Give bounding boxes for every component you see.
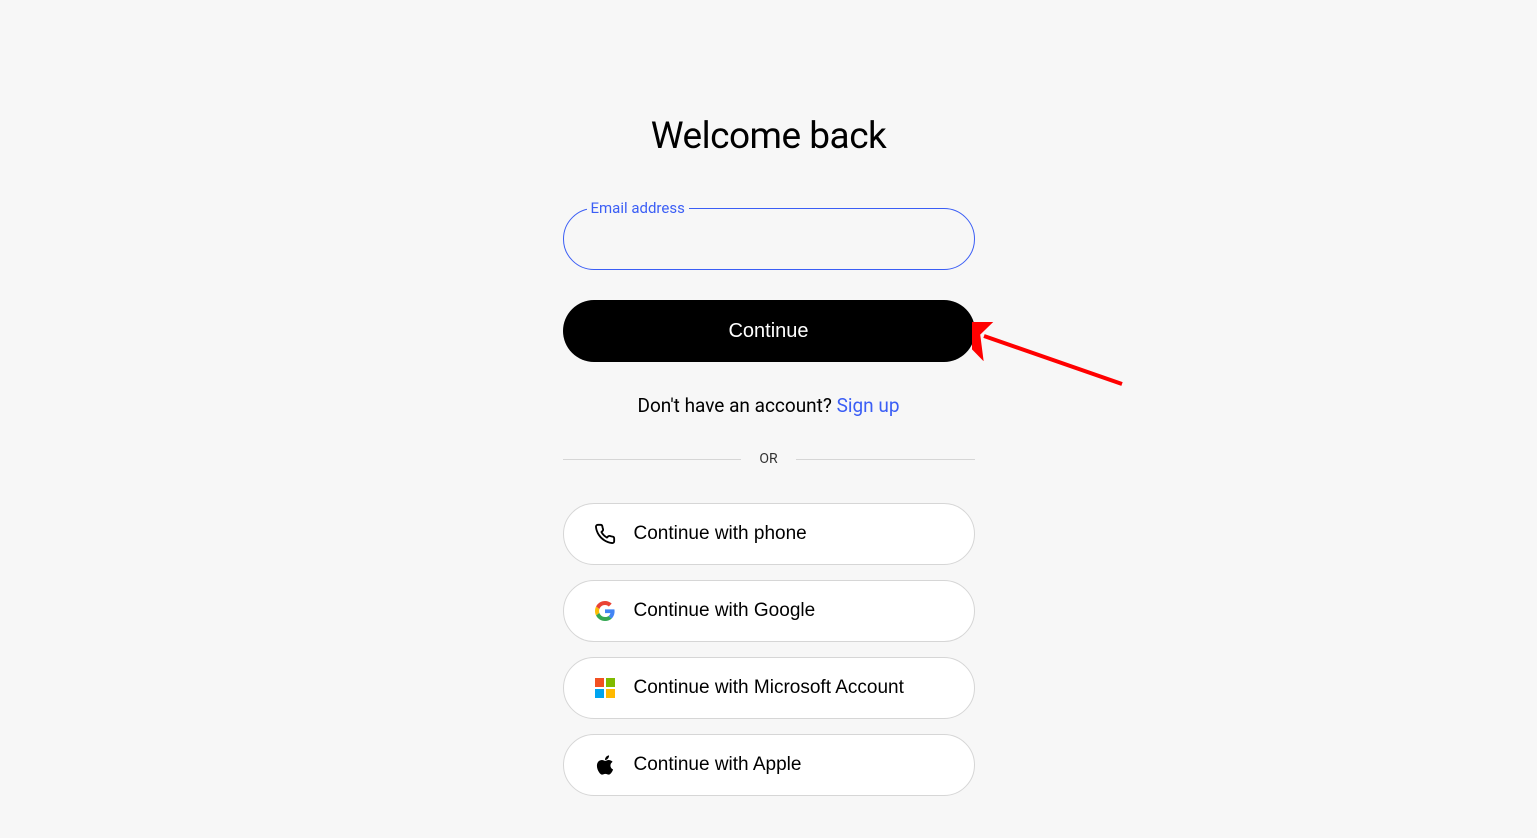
continue-apple-label: Continue with Apple [634, 754, 802, 776]
email-input-wrap: Email address [563, 208, 975, 270]
continue-button[interactable]: Continue [563, 300, 975, 362]
divider-line-left [563, 459, 742, 460]
signup-prompt: Don't have an account? [637, 394, 836, 417]
continue-google-label: Continue with Google [634, 600, 816, 622]
microsoft-icon [594, 677, 616, 699]
email-input[interactable] [563, 208, 975, 270]
continue-apple-button[interactable]: Continue with Apple [563, 734, 975, 796]
divider-line-right [796, 459, 975, 460]
continue-microsoft-label: Continue with Microsoft Account [634, 677, 904, 699]
page-title: Welcome back [651, 115, 887, 158]
divider-text: OR [741, 451, 795, 467]
continue-google-button[interactable]: Continue with Google [563, 580, 975, 642]
continue-phone-button[interactable]: Continue with phone [563, 503, 975, 565]
phone-icon [594, 523, 616, 545]
google-icon [594, 600, 616, 622]
login-container: Welcome back Email address Continue Don'… [563, 115, 975, 838]
apple-icon [594, 754, 616, 776]
annotation-arrow [972, 322, 1132, 402]
continue-phone-label: Continue with phone [634, 523, 807, 545]
signup-link[interactable]: Sign up [837, 394, 900, 417]
signup-row: Don't have an account? Sign up [637, 394, 899, 417]
continue-microsoft-button[interactable]: Continue with Microsoft Account [563, 657, 975, 719]
email-label: Email address [587, 199, 689, 217]
divider: OR [563, 451, 975, 467]
